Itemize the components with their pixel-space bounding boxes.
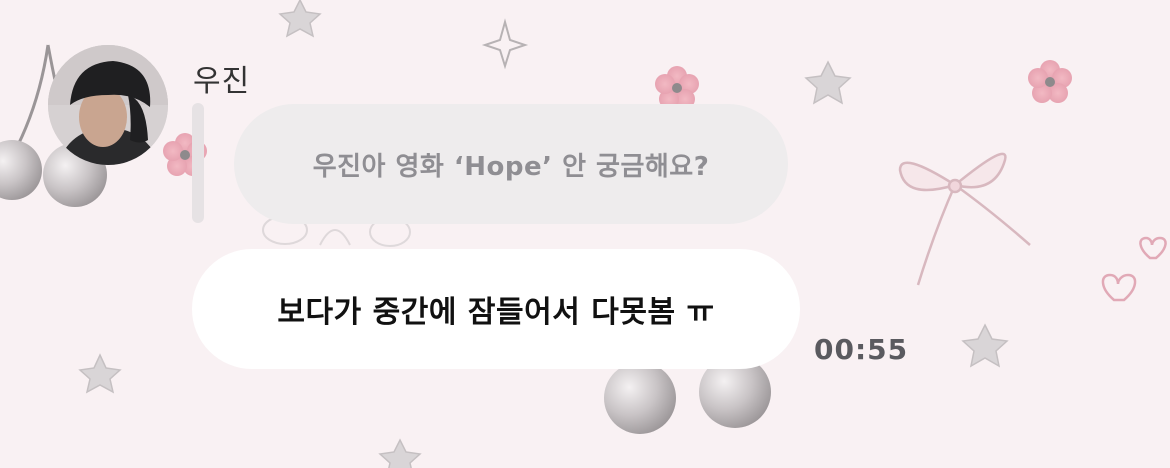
message-timestamp: 00:55 <box>814 333 909 366</box>
heart-icon <box>1101 236 1167 302</box>
quoted-message-bubble[interactable]: 우진아 영화 ‘Hope’ 안 궁금해요? <box>234 104 788 224</box>
message-bubble[interactable]: 보다가 중간에 잠들어서 다못봄 ㅠ <box>192 249 800 369</box>
avatar[interactable] <box>48 45 168 165</box>
message-text: 보다가 중간에 잠들어서 다못봄 ㅠ <box>277 295 715 330</box>
quoted-message-text: 우진아 영화 ‘Hope’ 안 궁금해요? <box>312 151 710 182</box>
wallpaper <box>0 0 1167 468</box>
reply-indicator-bar <box>192 103 204 223</box>
sender-name: 우진 <box>193 64 251 99</box>
ribbon-bow-icon <box>898 152 1031 286</box>
sparkle-icon <box>481 18 529 70</box>
profile-photo <box>48 45 168 165</box>
